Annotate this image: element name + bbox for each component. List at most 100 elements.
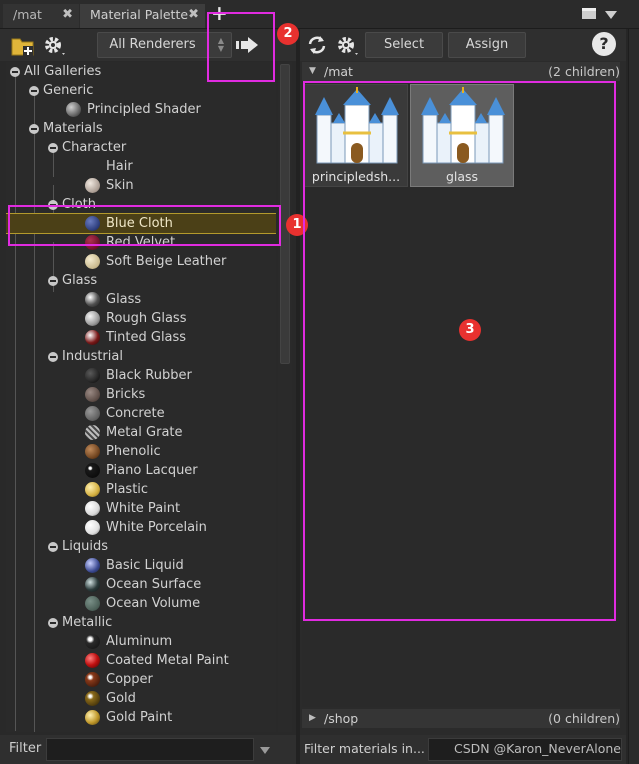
tree-item-hair[interactable]: Hair — [6, 157, 276, 176]
pane-menu-icon[interactable] — [605, 11, 617, 19]
tree-item-glass-category[interactable]: Glass — [6, 271, 276, 290]
material-ball-icon — [66, 102, 81, 117]
section-shop[interactable]: ▶ /shop (0 children) — [302, 709, 620, 728]
tree-item-materials[interactable]: Materials — [6, 119, 276, 138]
tree-item-gold[interactable]: Gold — [6, 689, 276, 708]
tree-item-piano-lacquer[interactable]: Piano Lacquer — [6, 461, 276, 480]
section-mat[interactable]: ▼ /mat (2 children) — [302, 62, 620, 81]
material-ball-icon — [85, 292, 100, 307]
close-icon[interactable]: ✖ — [188, 4, 199, 26]
tree-item-aluminum[interactable]: Aluminum — [6, 632, 276, 651]
chevron-down-icon[interactable] — [260, 747, 270, 754]
tree-label: White Paint — [106, 501, 181, 516]
collapse-icon[interactable] — [10, 67, 20, 77]
tree-item-ocean-surface[interactable]: Ocean Surface — [6, 575, 276, 594]
tree-item-metallic[interactable]: Metallic — [6, 613, 276, 632]
refresh-icon[interactable] — [306, 35, 328, 55]
tree-item-soft-beige-leather[interactable]: Soft Beige Leather — [6, 252, 276, 271]
gallery-tree[interactable]: All Galleries Generic Principled Shader … — [6, 62, 276, 732]
tree-item-character[interactable]: Character — [6, 138, 276, 157]
collapse-icon[interactable] — [48, 618, 58, 628]
tree-item-glass[interactable]: Glass — [6, 290, 276, 309]
tree-label: White Porcelain — [106, 520, 207, 535]
material-ball-icon — [85, 178, 100, 193]
tree-label: Metal Grate — [106, 425, 183, 440]
tree-label: Rough Glass — [106, 311, 187, 326]
tree-item-white-porcelain[interactable]: White Porcelain — [6, 518, 276, 537]
material-ball-icon — [85, 311, 100, 326]
tree-item-white-paint[interactable]: White Paint — [6, 499, 276, 518]
tab-material-palette[interactable]: Material Palette ✖ — [80, 4, 205, 28]
tree-item-rough-glass[interactable]: Rough Glass — [6, 309, 276, 328]
gear-icon[interactable] — [335, 34, 361, 58]
new-gallery-folder-icon[interactable] — [11, 35, 35, 57]
collapse-icon[interactable] — [48, 276, 58, 286]
gallery-filter-input[interactable] — [46, 738, 254, 761]
collapse-icon[interactable] — [48, 352, 58, 362]
tree-item-liquids[interactable]: Liquids — [6, 537, 276, 556]
tree-item-plastic[interactable]: Plastic — [6, 480, 276, 499]
assign-button[interactable]: Assign — [448, 32, 526, 58]
material-ball-icon — [85, 634, 100, 649]
tree-item-phenolic[interactable]: Phenolic — [6, 442, 276, 461]
collapse-icon[interactable] — [48, 542, 58, 552]
expanded-triangle-icon[interactable]: ▼ — [309, 62, 316, 81]
tree-item-tinted-glass[interactable]: Tinted Glass — [6, 328, 276, 347]
tree-item-black-rubber[interactable]: Black Rubber — [6, 366, 276, 385]
tree-item-basic-liquid[interactable]: Basic Liquid — [6, 556, 276, 575]
tree-label: Principled Shader — [87, 102, 201, 117]
material-ball-icon — [85, 653, 100, 668]
tree-label: Plastic — [106, 482, 149, 497]
tree-label: Ocean Surface — [106, 577, 202, 592]
watermark: CSDN @Karon_NeverAlone — [454, 741, 621, 756]
annotation-badge-3: 3 — [459, 319, 481, 341]
tree-scrollbar[interactable] — [278, 62, 292, 732]
annotation-box-2 — [207, 12, 275, 82]
section-count: (2 children) — [548, 64, 620, 79]
section-count: (0 children) — [548, 711, 620, 726]
scrollbar-thumb[interactable] — [280, 64, 290, 364]
tree-label: Gold — [106, 691, 136, 706]
material-ball-icon — [85, 577, 100, 592]
tab-mat[interactable]: /mat ✖ — [3, 4, 79, 28]
tree-item-gold-paint[interactable]: Gold Paint — [6, 708, 276, 727]
tree-item-copper[interactable]: Copper — [6, 670, 276, 689]
tree-item-concrete[interactable]: Concrete — [6, 404, 276, 423]
tree-item-ocean-volume[interactable]: Ocean Volume — [6, 594, 276, 613]
select-button[interactable]: Select — [365, 32, 443, 58]
tree-label: Tinted Glass — [106, 330, 187, 345]
material-filter-bar: Filter materials in... CSDN @Karon_Never… — [300, 735, 626, 764]
collapse-icon[interactable] — [29, 124, 39, 134]
tree-item-industrial[interactable]: Industrial — [6, 347, 276, 366]
tree-label: Character — [62, 140, 127, 155]
tree-label: Phenolic — [106, 444, 161, 459]
tree-item-skin[interactable]: Skin — [6, 176, 276, 195]
close-icon[interactable]: ✖ — [62, 4, 73, 26]
tree-label: Piano Lacquer — [106, 463, 198, 478]
collapsed-triangle-icon[interactable]: ▶ — [309, 709, 316, 728]
tree-item-coated-metal-paint[interactable]: Coated Metal Paint — [6, 651, 276, 670]
tree-label: Skin — [106, 178, 134, 193]
tree-label: Industrial — [62, 349, 123, 364]
material-ball-icon — [85, 710, 100, 725]
section-name: /mat — [324, 64, 353, 79]
help-icon[interactable]: ? — [592, 32, 616, 56]
tree-label: Liquids — [62, 539, 108, 554]
tree-label: Soft Beige Leather — [106, 254, 227, 269]
gear-icon[interactable] — [42, 34, 68, 58]
material-ball-icon — [85, 254, 100, 269]
tree-label: Basic Liquid — [106, 558, 184, 573]
tree-label: Copper — [106, 672, 153, 687]
tree-item-metal-grate[interactable]: Metal Grate — [6, 423, 276, 442]
tree-label: Bricks — [106, 387, 146, 402]
material-ball-icon — [85, 330, 100, 345]
tree-item-bricks[interactable]: Bricks — [6, 385, 276, 404]
collapse-icon[interactable] — [29, 86, 39, 96]
tree-item-principled-shader[interactable]: Principled Shader — [6, 100, 276, 119]
maximize-icon[interactable] — [582, 8, 596, 19]
gallery-panel: All Renderers ▲ ▼ All Galleries Generic P… — [0, 29, 296, 764]
tree-label: Generic — [43, 83, 94, 98]
material-ball-icon — [85, 425, 100, 440]
tree-item-generic[interactable]: Generic — [6, 81, 276, 100]
collapse-icon[interactable] — [48, 143, 58, 153]
